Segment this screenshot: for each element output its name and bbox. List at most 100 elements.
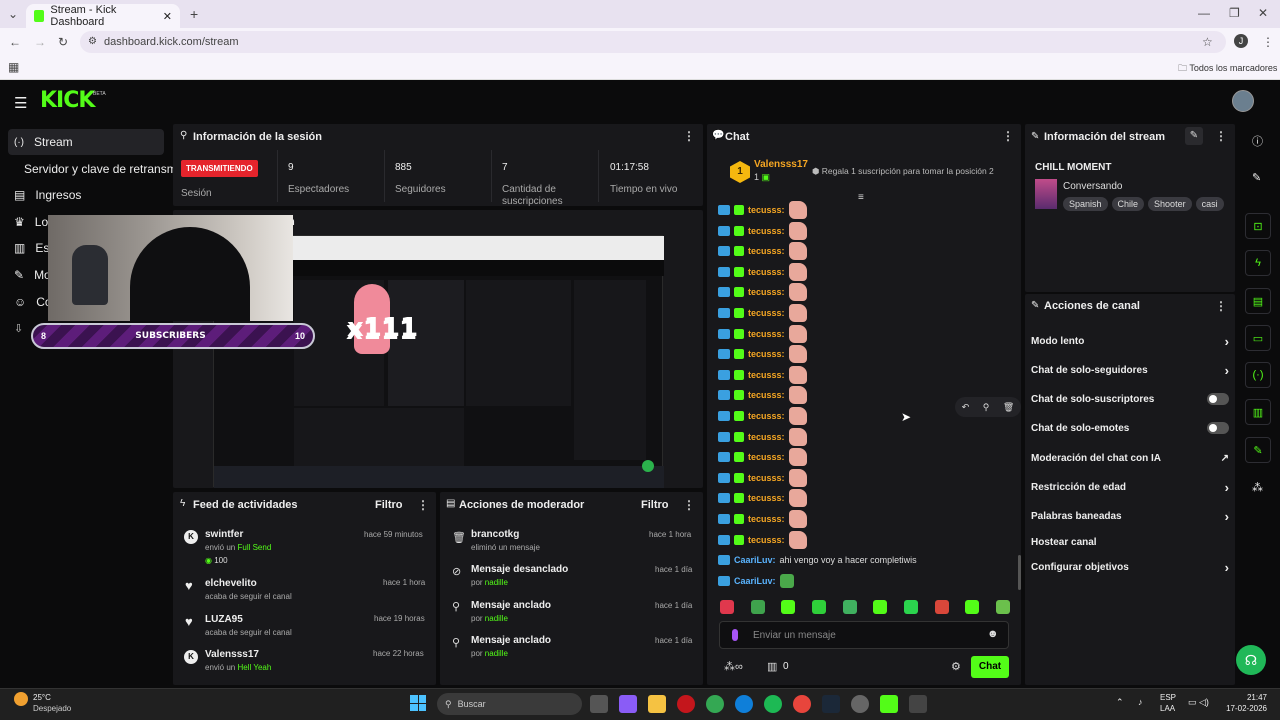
network-volume-icons[interactable]: ▭ ◁) bbox=[1188, 697, 1209, 708]
spotify-icon[interactable] bbox=[764, 695, 782, 713]
all-bookmarks-link[interactable]: 🗀 Todos los marcadores bbox=[1178, 61, 1277, 77]
stream-tag[interactable]: Shooter bbox=[1148, 197, 1192, 211]
obs-icon[interactable] bbox=[851, 695, 869, 713]
chat-message[interactable]: tecusss: bbox=[718, 406, 807, 426]
host-channel-row[interactable]: Hostear canal bbox=[1031, 532, 1229, 552]
configure-goals-row[interactable]: Configurar objetivos › bbox=[1031, 557, 1229, 577]
chrome-icon[interactable] bbox=[706, 695, 724, 713]
ai-moderation-row[interactable]: Moderación del chat con IA ↗ bbox=[1031, 448, 1229, 468]
chat-input-box[interactable]: Enviar un mensaje ☻ bbox=[719, 621, 1009, 649]
support-button[interactable]: ☊ bbox=[1236, 645, 1266, 675]
pin-message-icon[interactable]: ⚲ bbox=[983, 402, 990, 413]
rail-button-broadcast[interactable]: (·) bbox=[1245, 362, 1271, 388]
chrome-active-icon[interactable] bbox=[793, 695, 811, 713]
edit-icon[interactable]: ✎ bbox=[1252, 171, 1261, 184]
age-restriction-row[interactable]: Restricción de edad › bbox=[1031, 477, 1229, 497]
chat-menu-icon[interactable]: ⋮ bbox=[1002, 129, 1014, 143]
feed-filter-button[interactable]: Filtro bbox=[375, 499, 403, 511]
chat-message[interactable]: CaariLuv: ahi vengo voy a hacer completi… bbox=[718, 550, 917, 570]
apps-grid-icon[interactable]: ▦ bbox=[8, 60, 19, 74]
windows-start-icon[interactable] bbox=[410, 695, 426, 711]
reload-icon[interactable]: ↻ bbox=[58, 35, 68, 49]
emote-icon[interactable] bbox=[873, 600, 888, 614]
edit-stream-info-button[interactable]: ✎ bbox=[1185, 127, 1203, 145]
language-top[interactable]: ESP bbox=[1160, 693, 1176, 702]
clock-time[interactable]: 21:47 bbox=[1227, 693, 1267, 702]
taskbar-search-box[interactable]: ⚲ Buscar bbox=[437, 693, 582, 715]
browser-tab[interactable]: Stream - Kick Dashboard ✕ bbox=[26, 4, 180, 28]
chat-message[interactable]: tecusss: bbox=[718, 241, 807, 261]
maximize-icon[interactable]: ❐ bbox=[1229, 6, 1240, 20]
mod-action-by[interactable]: nadille bbox=[485, 649, 508, 658]
close-window-icon[interactable]: ✕ bbox=[1258, 6, 1268, 20]
chat-message[interactable]: tecusss: bbox=[718, 324, 807, 344]
microphone-icon[interactable]: ♪ bbox=[1138, 697, 1143, 707]
dots-cluster-icon[interactable]: ⁂ bbox=[1252, 481, 1263, 494]
kick-app-icon[interactable] bbox=[880, 695, 898, 713]
edge-icon[interactable] bbox=[735, 695, 753, 713]
task-view-icon[interactable] bbox=[590, 695, 608, 713]
opera-icon[interactable] bbox=[677, 695, 695, 713]
chat-username[interactable]: tecusss: bbox=[748, 473, 785, 483]
rail-button-bolt[interactable]: ϟ bbox=[1245, 250, 1271, 276]
chat-username[interactable]: tecusss: bbox=[748, 349, 785, 359]
stream-tag[interactable]: Chile bbox=[1111, 197, 1145, 211]
reply-icon[interactable]: ↶ bbox=[962, 402, 970, 413]
collapse-pinned-icon[interactable]: ≡ bbox=[858, 192, 864, 203]
chat-username[interactable]: tecusss: bbox=[748, 390, 785, 400]
hamburger-menu-icon[interactable]: ☰ bbox=[14, 94, 27, 112]
feed-user[interactable]: swintfer bbox=[205, 529, 243, 540]
top-gifter-name[interactable]: Valensss17 bbox=[754, 159, 808, 170]
show-hidden-icons[interactable]: ⌃ bbox=[1116, 697, 1124, 708]
file-explorer-icon[interactable] bbox=[648, 695, 666, 713]
chat-message[interactable]: tecusss: bbox=[718, 344, 807, 364]
slow-mode-row[interactable]: Modo lento › bbox=[1031, 331, 1229, 351]
mod-action-by[interactable]: nadille bbox=[485, 578, 508, 587]
chat-username[interactable]: tecusss: bbox=[748, 432, 785, 442]
rail-button-layout[interactable]: ▥ bbox=[1245, 399, 1271, 425]
info-circle-icon[interactable]: ⓘ bbox=[1252, 133, 1263, 149]
mod-action-by[interactable]: nadille bbox=[485, 614, 508, 623]
chat-username[interactable]: tecusss: bbox=[748, 308, 785, 318]
chat-username[interactable]: tecusss: bbox=[748, 329, 785, 339]
emote-icon[interactable] bbox=[842, 600, 857, 614]
chat-username[interactable]: tecusss: bbox=[748, 411, 785, 421]
rail-button-camera[interactable]: ⊡ bbox=[1245, 213, 1271, 239]
emote-icon[interactable] bbox=[781, 600, 796, 614]
banned-words-row[interactable]: Palabras baneadas › bbox=[1031, 506, 1229, 526]
chat-message[interactable]: tecusss: bbox=[718, 200, 807, 220]
chat-message[interactable]: tecusss: bbox=[718, 488, 807, 508]
chat-message[interactable]: CaariLuv: bbox=[718, 571, 794, 591]
chat-username[interactable]: tecusss: bbox=[748, 493, 785, 503]
bookmark-star-icon[interactable]: ☆ bbox=[1202, 35, 1213, 49]
stream-tag[interactable]: casi bbox=[1195, 197, 1224, 211]
gift-prompt[interactable]: ⬢ Regala 1 suscripción para tomar la pos… bbox=[812, 166, 994, 177]
new-tab-icon[interactable]: + bbox=[190, 6, 198, 22]
emote-icon[interactable] bbox=[903, 600, 918, 614]
user-avatar[interactable] bbox=[1232, 90, 1254, 112]
close-tab-icon[interactable]: ✕ bbox=[163, 10, 172, 23]
chat-message[interactable]: tecusss: bbox=[718, 303, 807, 323]
chat-message[interactable]: tecusss: bbox=[718, 385, 807, 405]
subscribers-only-toggle[interactable] bbox=[1207, 393, 1229, 405]
upload-icon[interactable]: ⇩ bbox=[14, 322, 23, 335]
kick-logo[interactable]: KICK bbox=[40, 88, 95, 113]
chat-username[interactable]: tecusss: bbox=[748, 246, 785, 256]
sidebar-item-income[interactable]: ▤ Ingresos bbox=[8, 182, 164, 208]
forward-icon[interactable]: → bbox=[34, 35, 46, 49]
chat-message[interactable]: tecusss: bbox=[718, 427, 807, 447]
emote-icon[interactable] bbox=[811, 600, 826, 614]
chat-username[interactable]: tecusss: bbox=[748, 205, 785, 215]
chat-username[interactable]: CaariLuv: bbox=[734, 555, 776, 565]
emotes-only-toggle[interactable] bbox=[1207, 422, 1229, 434]
gift-chest-icon[interactable]: ▥ bbox=[767, 660, 777, 673]
rail-button-chat[interactable]: ▭ bbox=[1245, 325, 1271, 351]
chat-username[interactable]: tecusss: bbox=[748, 226, 785, 236]
chat-settings-icon[interactable]: ⚙ bbox=[951, 660, 961, 673]
chat-username[interactable]: tecusss: bbox=[748, 535, 785, 545]
delete-message-icon[interactable]: 🗑 bbox=[1003, 402, 1014, 413]
steam-icon[interactable] bbox=[822, 695, 840, 713]
session-menu-icon[interactable]: ⋮ bbox=[683, 129, 695, 143]
chat-username[interactable]: CaariLuv: bbox=[734, 576, 776, 586]
rail-button-tools[interactable]: ✎ bbox=[1245, 437, 1271, 463]
